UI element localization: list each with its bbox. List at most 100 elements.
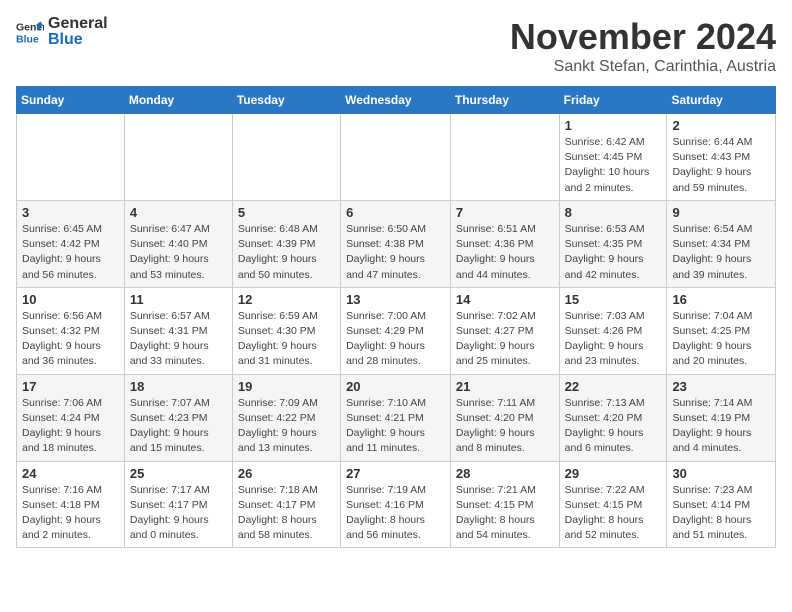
day-number: 29	[565, 466, 662, 481]
day-number: 13	[346, 292, 445, 307]
table-row: 30 Sunrise: 7:23 AM Sunset: 4:14 PM Dayli…	[667, 461, 776, 548]
calendar-week-1: 1 Sunrise: 6:42 AM Sunset: 4:45 PM Daylig…	[17, 114, 776, 201]
title-section: November 2024 Sankt Stefan, Carinthia, A…	[510, 16, 776, 76]
table-row: 1 Sunrise: 6:42 AM Sunset: 4:45 PM Daylig…	[559, 114, 667, 201]
day-number: 28	[456, 466, 554, 481]
table-row: 16 Sunrise: 7:04 AM Sunset: 4:25 PM Dayli…	[667, 287, 776, 374]
header-wednesday: Wednesday	[341, 87, 451, 114]
day-number: 16	[672, 292, 770, 307]
day-number: 7	[456, 205, 554, 220]
table-row: 10Sunrise: 6:56 AM Sunset: 4:32 PM Dayli…	[17, 287, 125, 374]
day-info: Sunrise: 6:56 AM Sunset: 4:32 PM Dayligh…	[22, 309, 119, 370]
day-number: 25	[130, 466, 227, 481]
day-info: Sunrise: 7:13 AM Sunset: 4:20 PM Dayligh…	[565, 396, 662, 457]
day-number: 4	[130, 205, 227, 220]
table-row	[17, 114, 125, 201]
table-row: 19 Sunrise: 7:09 AM Sunset: 4:22 PM Dayli…	[232, 374, 340, 461]
table-row: 4 Sunrise: 6:47 AM Sunset: 4:40 PM Daylig…	[124, 200, 232, 287]
day-number: 27	[346, 466, 445, 481]
day-info: Sunrise: 6:45 AM Sunset: 4:42 PM Dayligh…	[22, 222, 119, 283]
day-number: 12	[238, 292, 335, 307]
table-row: 12 Sunrise: 6:59 AM Sunset: 4:30 PM Dayli…	[232, 287, 340, 374]
calendar-week-4: 17 Sunrise: 7:06 AM Sunset: 4:24 PM Dayli…	[17, 374, 776, 461]
header-tuesday: Tuesday	[232, 87, 340, 114]
day-number: 23	[672, 379, 770, 394]
day-info: Sunrise: 7:17 AM Sunset: 4:17 PM Dayligh…	[130, 483, 227, 544]
day-number: 18	[130, 379, 227, 394]
table-row	[450, 114, 559, 201]
day-info: Sunrise: 6:57 AM Sunset: 4:31 PM Dayligh…	[130, 309, 227, 370]
logo-text: General Blue	[48, 16, 108, 48]
table-row: 8 Sunrise: 6:53 AM Sunset: 4:35 PM Daylig…	[559, 200, 667, 287]
table-row	[124, 114, 232, 201]
logo: General Blue General Blue	[16, 16, 108, 48]
header-saturday: Saturday	[667, 87, 776, 114]
location-subtitle: Sankt Stefan, Carinthia, Austria	[510, 58, 776, 76]
logo-blue: Blue	[48, 32, 108, 48]
day-info: Sunrise: 7:14 AM Sunset: 4:19 PM Dayligh…	[672, 396, 770, 457]
table-row: 27Sunrise: 7:19 AM Sunset: 4:16 PM Dayli…	[341, 461, 451, 548]
header-monday: Monday	[124, 87, 232, 114]
month-title: November 2024	[510, 16, 776, 58]
table-row: 13Sunrise: 7:00 AM Sunset: 4:29 PM Dayli…	[341, 287, 451, 374]
table-row: 20Sunrise: 7:10 AM Sunset: 4:21 PM Dayli…	[341, 374, 451, 461]
day-number: 19	[238, 379, 335, 394]
table-row	[232, 114, 340, 201]
table-row: 22 Sunrise: 7:13 AM Sunset: 4:20 PM Dayli…	[559, 374, 667, 461]
day-info: Sunrise: 6:44 AM Sunset: 4:43 PM Dayligh…	[672, 135, 770, 196]
day-number: 8	[565, 205, 662, 220]
calendar-table: Sunday Monday Tuesday Wednesday Thursday…	[16, 86, 776, 548]
logo-icon: General Blue	[16, 18, 44, 46]
table-row: 2 Sunrise: 6:44 AM Sunset: 4:43 PM Daylig…	[667, 114, 776, 201]
day-number: 1	[565, 118, 662, 133]
day-info: Sunrise: 7:16 AM Sunset: 4:18 PM Dayligh…	[22, 483, 119, 544]
day-number: 26	[238, 466, 335, 481]
day-number: 2	[672, 118, 770, 133]
table-row: 29 Sunrise: 7:22 AM Sunset: 4:15 PM Dayli…	[559, 461, 667, 548]
day-number: 15	[565, 292, 662, 307]
day-info: Sunrise: 6:48 AM Sunset: 4:39 PM Dayligh…	[238, 222, 335, 283]
table-row: 23 Sunrise: 7:14 AM Sunset: 4:19 PM Dayli…	[667, 374, 776, 461]
day-info: Sunrise: 6:47 AM Sunset: 4:40 PM Dayligh…	[130, 222, 227, 283]
calendar-week-5: 24Sunrise: 7:16 AM Sunset: 4:18 PM Dayli…	[17, 461, 776, 548]
table-row: 28 Sunrise: 7:21 AM Sunset: 4:15 PM Dayli…	[450, 461, 559, 548]
day-info: Sunrise: 7:09 AM Sunset: 4:22 PM Dayligh…	[238, 396, 335, 457]
day-info: Sunrise: 7:06 AM Sunset: 4:24 PM Dayligh…	[22, 396, 119, 457]
day-info: Sunrise: 7:04 AM Sunset: 4:25 PM Dayligh…	[672, 309, 770, 370]
day-number: 14	[456, 292, 554, 307]
day-info: Sunrise: 7:22 AM Sunset: 4:15 PM Dayligh…	[565, 483, 662, 544]
table-row: 11 Sunrise: 6:57 AM Sunset: 4:31 PM Dayli…	[124, 287, 232, 374]
day-number: 30	[672, 466, 770, 481]
table-row: 9Sunrise: 6:54 AM Sunset: 4:34 PM Daylig…	[667, 200, 776, 287]
day-number: 17	[22, 379, 119, 394]
day-info: Sunrise: 7:18 AM Sunset: 4:17 PM Dayligh…	[238, 483, 335, 544]
table-row: 5Sunrise: 6:48 AM Sunset: 4:39 PM Daylig…	[232, 200, 340, 287]
table-row	[341, 114, 451, 201]
day-info: Sunrise: 6:59 AM Sunset: 4:30 PM Dayligh…	[238, 309, 335, 370]
header-thursday: Thursday	[450, 87, 559, 114]
day-info: Sunrise: 6:42 AM Sunset: 4:45 PM Dayligh…	[565, 135, 662, 196]
day-info: Sunrise: 7:03 AM Sunset: 4:26 PM Dayligh…	[565, 309, 662, 370]
table-row: 3Sunrise: 6:45 AM Sunset: 4:42 PM Daylig…	[17, 200, 125, 287]
day-info: Sunrise: 6:51 AM Sunset: 4:36 PM Dayligh…	[456, 222, 554, 283]
table-row: 17 Sunrise: 7:06 AM Sunset: 4:24 PM Dayli…	[17, 374, 125, 461]
day-number: 6	[346, 205, 445, 220]
day-number: 22	[565, 379, 662, 394]
page-header: General Blue General Blue November 2024 …	[16, 16, 776, 76]
header-sunday: Sunday	[17, 87, 125, 114]
table-row: 7 Sunrise: 6:51 AM Sunset: 4:36 PM Daylig…	[450, 200, 559, 287]
day-number: 9	[672, 205, 770, 220]
day-info: Sunrise: 6:53 AM Sunset: 4:35 PM Dayligh…	[565, 222, 662, 283]
table-row: 14 Sunrise: 7:02 AM Sunset: 4:27 PM Dayli…	[450, 287, 559, 374]
day-number: 20	[346, 379, 445, 394]
day-info: Sunrise: 7:21 AM Sunset: 4:15 PM Dayligh…	[456, 483, 554, 544]
table-row: 21Sunrise: 7:11 AM Sunset: 4:20 PM Dayli…	[450, 374, 559, 461]
table-row: 25 Sunrise: 7:17 AM Sunset: 4:17 PM Dayli…	[124, 461, 232, 548]
day-info: Sunrise: 7:02 AM Sunset: 4:27 PM Dayligh…	[456, 309, 554, 370]
table-row: 26 Sunrise: 7:18 AM Sunset: 4:17 PM Dayli…	[232, 461, 340, 548]
day-number: 11	[130, 292, 227, 307]
table-row: 18Sunrise: 7:07 AM Sunset: 4:23 PM Dayli…	[124, 374, 232, 461]
table-row: 24Sunrise: 7:16 AM Sunset: 4:18 PM Dayli…	[17, 461, 125, 548]
day-number: 21	[456, 379, 554, 394]
day-info: Sunrise: 7:23 AM Sunset: 4:14 PM Dayligh…	[672, 483, 770, 544]
